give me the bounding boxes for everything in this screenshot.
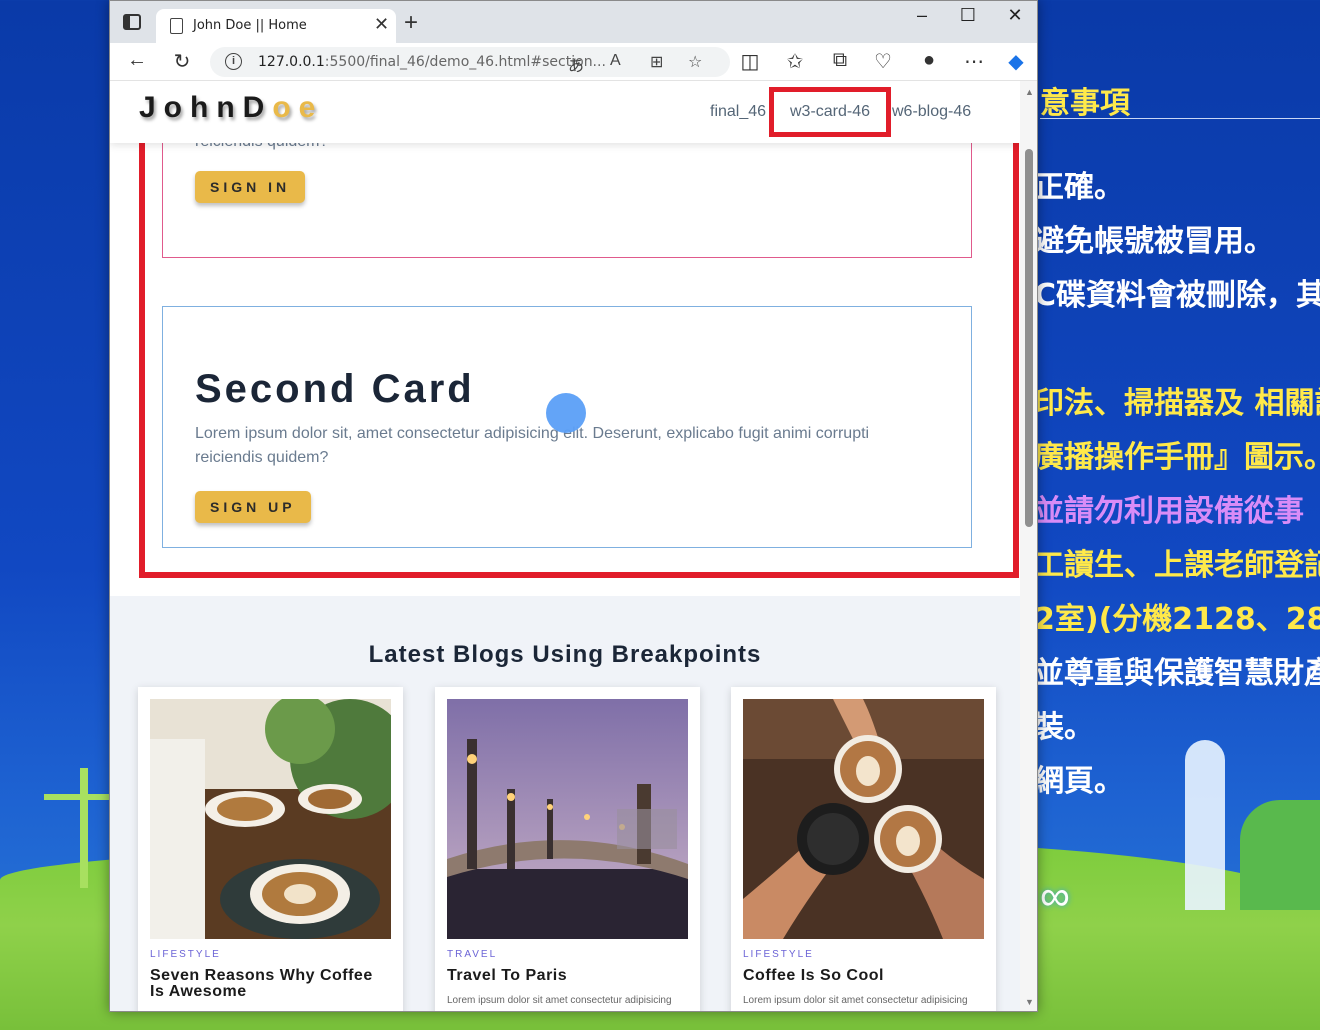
coffee-cheers-image: [743, 699, 984, 939]
close-window-icon[interactable]: ✕: [995, 5, 1035, 26]
maximize-icon[interactable]: ☐: [948, 5, 988, 26]
cursor-indicator: [546, 393, 586, 433]
desktop-notice-line: 工讀生、上課老師登記: [1034, 548, 1320, 583]
blog-category: LIFESTYLE: [743, 949, 814, 960]
favorite-star-icon[interactable]: ☆: [688, 52, 702, 72]
blog-category: TRAVEL: [447, 949, 498, 960]
split-screen-icon[interactable]: ◫: [737, 49, 763, 74]
desktop-notice-line: 裝。: [1034, 710, 1094, 745]
blogs-heading: Latest Blogs Using Breakpoints: [368, 641, 762, 668]
page-viewport: JohnDoe final_46 w3-card-46 w6-blog-46 L…: [110, 81, 1020, 1011]
desktop-notice-line: 廣播操作手冊』圖示。: [1034, 440, 1320, 475]
nav-link-w6-blog-46[interactable]: w6-blog-46: [892, 103, 971, 121]
blog-card[interactable]: LIFESTYLE Coffee Is So Cool Lorem ipsum …: [731, 687, 996, 1011]
copilot-icon[interactable]: ◆: [1003, 49, 1029, 74]
scroll-thumb[interactable]: [1025, 149, 1033, 527]
highlight-box-nav: [769, 87, 891, 137]
read-aloud-icon[interactable]: A: [610, 52, 621, 70]
desktop-notice-heading: 意事項: [1040, 86, 1130, 121]
site-navbar: JohnDoe final_46 w3-card-46 w6-blog-46: [110, 81, 1020, 143]
desktop-notice-line: 2室)(分機2128、282: [1034, 602, 1320, 637]
desktop-notice-line: 並請勿利用設備從事: [1034, 494, 1304, 529]
cards-section: Lorem ipsum dolor sit, amet consectetur …: [110, 109, 1020, 596]
close-tab-icon[interactable]: ✕: [374, 14, 389, 35]
desktop-notice-line: 避免帳號被冒用。: [1034, 224, 1274, 259]
scroll-up-icon[interactable]: ▲: [1025, 87, 1034, 97]
blog-title[interactable]: Coffee Is So Cool: [743, 968, 984, 984]
paris-bridge-image: [447, 699, 688, 939]
desktop-infinity-logo: ∞: [1040, 872, 1070, 919]
blog-title[interactable]: Travel To Paris: [447, 968, 688, 984]
site-info-icon[interactable]: i: [225, 53, 242, 70]
blogs-section: Latest Blogs Using Breakpoints LIFESTYLE…: [110, 596, 1020, 1011]
desktop-tower-graphic: [1185, 740, 1225, 910]
page-icon: [170, 18, 183, 34]
desktop-building-graphic: [1240, 800, 1320, 910]
blog-card[interactable]: TRAVEL Travel To Paris Lorem ipsum dolor…: [435, 687, 700, 1011]
blog-title[interactable]: Seven Reasons Why Coffee Is Awesome: [150, 968, 391, 1000]
desktop-notice-line: 並尊重與保護智慧財產: [1034, 656, 1320, 691]
browser-window: John Doe || Home ✕ + – ☐ ✕ ← ↻ i 127.0.0…: [109, 0, 1038, 1012]
blog-category: LIFESTYLE: [150, 949, 221, 960]
desktop-sign-graphic: [44, 768, 114, 888]
scroll-down-icon[interactable]: ▼: [1025, 997, 1034, 1007]
desktop-divider: [1040, 118, 1320, 119]
blog-excerpt: Lorem ipsum dolor sit amet consectetur a…: [743, 995, 968, 1006]
favorites-icon[interactable]: ✩: [782, 49, 808, 74]
tab-title: John Doe || Home: [193, 18, 307, 33]
translate-icon[interactable]: あ: [568, 52, 584, 76]
site-logo[interactable]: JohnDoe: [139, 91, 323, 125]
coffee-cups-image: [150, 699, 391, 939]
address-url: 127.0.0.1:5500/final_46/demo_46.html#sec…: [258, 54, 606, 70]
back-icon[interactable]: ←: [124, 49, 150, 72]
address-bar[interactable]: i 127.0.0.1:5500/final_46/demo_46.html#s…: [210, 47, 730, 77]
new-tab-icon[interactable]: +: [404, 9, 418, 37]
settings-more-icon[interactable]: ⋯: [961, 49, 987, 74]
desktop-notice-line: 網頁。: [1034, 764, 1124, 799]
tab-bar: John Doe || Home ✕ + – ☐ ✕: [110, 1, 1037, 43]
collections-icon[interactable]: ⧉: [827, 49, 853, 72]
browser-essentials-icon[interactable]: ♡: [870, 49, 896, 74]
refresh-icon[interactable]: ↻: [169, 49, 195, 74]
card-title: Second Card: [195, 367, 475, 411]
profile-avatar-icon[interactable]: ●: [916, 49, 942, 72]
app-available-icon[interactable]: ⊞: [650, 52, 663, 72]
sign-up-button[interactable]: SIGN UP: [195, 491, 311, 523]
desktop-notice-line: C碟資料會被刪除，其: [1034, 278, 1320, 313]
browser-tab[interactable]: John Doe || Home ✕: [156, 9, 396, 43]
sign-in-button[interactable]: SIGN IN: [195, 171, 306, 203]
minimize-icon[interactable]: –: [902, 5, 942, 26]
blog-excerpt: Lorem ipsum dolor sit amet consectetur a…: [447, 995, 672, 1006]
browser-toolbar: ← ↻ i 127.0.0.1:5500/final_46/demo_46.ht…: [110, 43, 1037, 81]
nav-link-final-46[interactable]: final_46: [710, 103, 766, 121]
blog-card[interactable]: LIFESTYLE Seven Reasons Why Coffee Is Aw…: [138, 687, 403, 1011]
page-scrollbar[interactable]: ▲ ▼: [1020, 81, 1037, 1011]
tab-actions-icon[interactable]: [123, 14, 141, 30]
desktop-notice-line: 印法、掃描器及 相關設: [1034, 386, 1320, 421]
desktop-notice-line: 正確。: [1034, 170, 1124, 205]
